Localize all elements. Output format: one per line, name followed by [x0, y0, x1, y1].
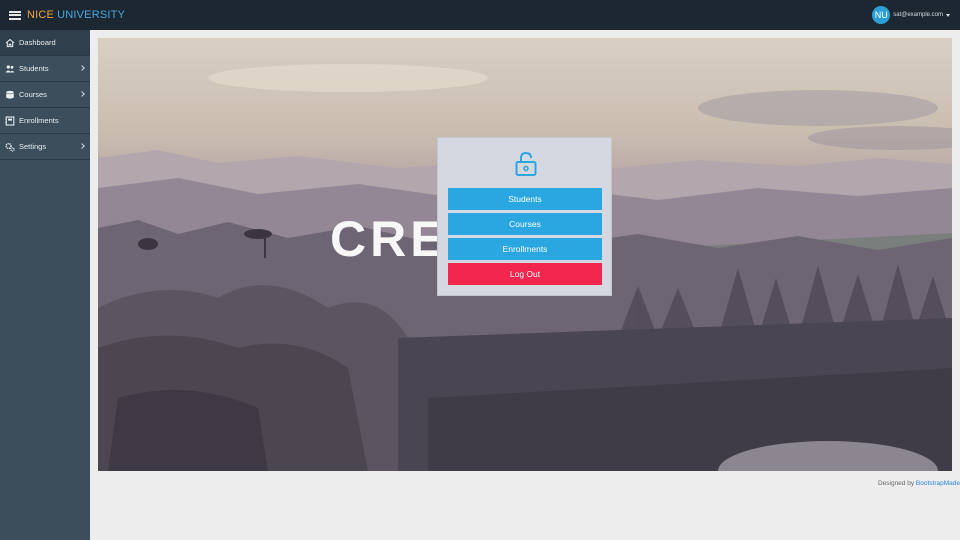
users-icon	[5, 64, 15, 74]
sidebar-item-students[interactable]: Students	[0, 56, 90, 82]
top-navbar: NICE UNIVERSITY NU sat@example.com	[0, 0, 960, 30]
address-book-icon	[5, 115, 15, 126]
sidebar-item-courses[interactable]: Courses	[0, 82, 90, 108]
sidebar-item-label: Dashboard	[19, 38, 56, 47]
sidebar-item-label: Settings	[19, 142, 47, 151]
home-icon	[5, 38, 15, 48]
quick-access-panel: Students Courses Enrollments Log Out	[437, 137, 612, 296]
footer-credit: Designed by BootstrapMade	[878, 480, 960, 487]
enrollments-button[interactable]: Enrollments	[448, 238, 602, 260]
cogs-icon	[5, 142, 15, 152]
caret-down-icon	[946, 13, 950, 17]
avatar: NU	[872, 6, 891, 24]
chevron-right-icon	[79, 91, 85, 97]
courses-button[interactable]: Courses	[448, 213, 602, 235]
sidebar: Dashboard Students Courses Enrollments S…	[0, 30, 90, 540]
user-menu-toggle[interactable]: NU sat@example.com	[872, 6, 950, 24]
chevron-right-icon	[79, 143, 85, 149]
logout-button[interactable]: Log Out	[448, 263, 602, 285]
sidebar-item-enrollments[interactable]: Enrollments	[0, 108, 90, 134]
brand-logo[interactable]: NICE UNIVERSITY	[27, 9, 125, 21]
sidebar-item-label: Enrollments	[19, 116, 59, 125]
sidebar-item-label: Students	[19, 64, 49, 73]
students-button[interactable]: Students	[448, 188, 602, 210]
database-icon	[5, 90, 15, 100]
sidebar-item-label: Courses	[19, 90, 47, 99]
brand-name-nice: NICE	[27, 9, 55, 21]
sidebar-item-dashboard[interactable]: Dashboard	[0, 30, 90, 56]
user-email: sat@example.com	[893, 12, 943, 18]
credit-text: Designed by	[877, 480, 915, 487]
bootstrapmade-link[interactable]: BootstrapMade	[916, 480, 960, 487]
brand-name-university: UNIVERSITY	[57, 9, 126, 21]
chevron-right-icon	[79, 65, 85, 71]
sidebar-item-settings[interactable]: Settings	[0, 134, 90, 160]
unlock-icon	[515, 151, 537, 176]
hamburger-menu-icon[interactable]	[9, 10, 21, 20]
